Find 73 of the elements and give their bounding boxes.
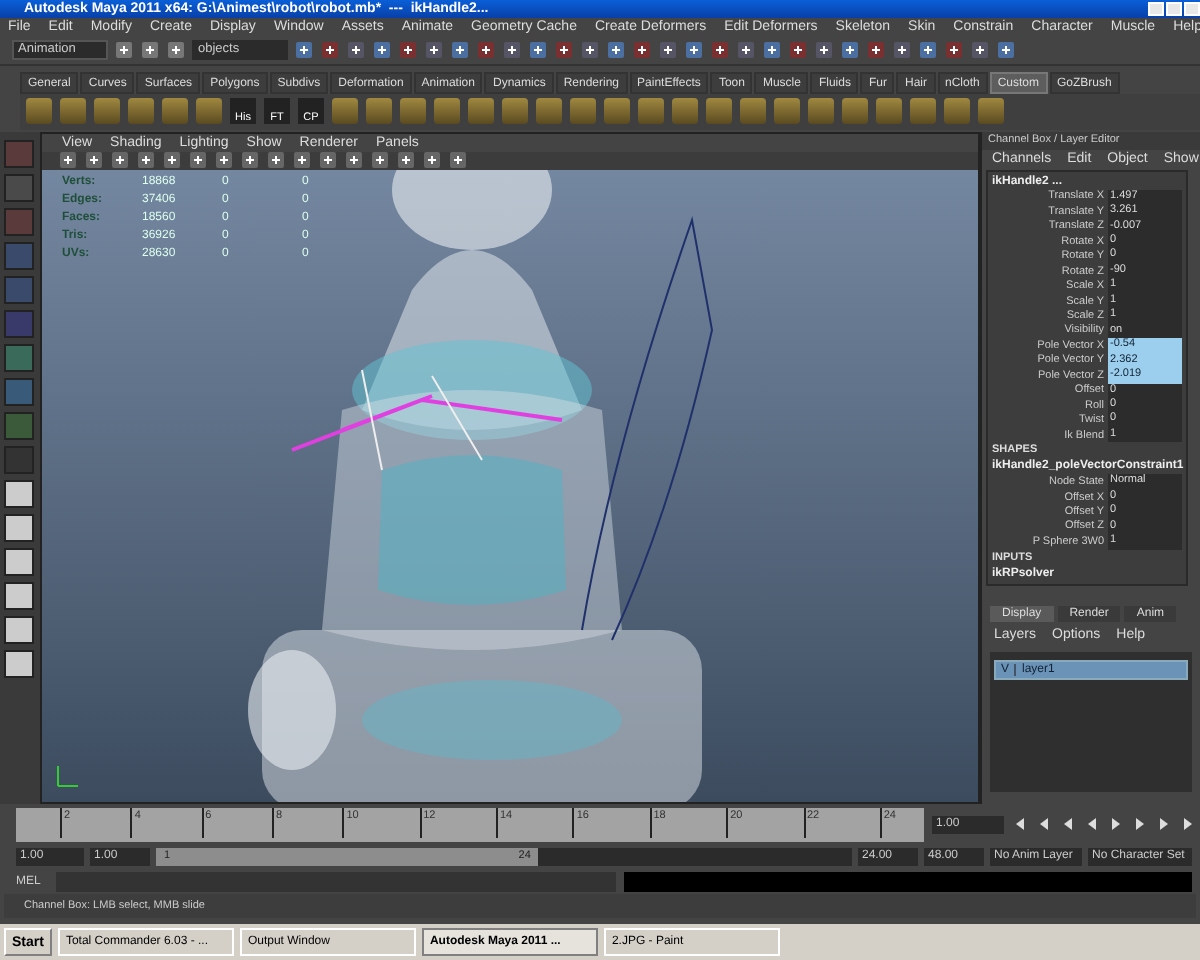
- shelf-icon[interactable]: [672, 98, 698, 125]
- panel-toolbar-icon[interactable]: [370, 150, 390, 171]
- axis-indicator-icon: [54, 762, 82, 791]
- toolbar-icon[interactable]: [944, 40, 964, 61]
- toolbar-icon[interactable]: [918, 40, 938, 61]
- shelf-icon[interactable]: [162, 98, 188, 125]
- panel-toolbar-icon[interactable]: [136, 150, 156, 171]
- shelf-icon[interactable]: [910, 98, 936, 125]
- shelf-icon[interactable]: [808, 98, 834, 125]
- toolbar-icon[interactable]: [450, 40, 470, 61]
- toolbar-icon[interactable]: [658, 40, 678, 61]
- toolbar-icon[interactable]: [502, 40, 522, 61]
- panel-toolbar-icon[interactable]: [292, 150, 312, 171]
- toolbar-icon[interactable]: [346, 40, 366, 61]
- shelf-icon[interactable]: [366, 98, 392, 125]
- shelf-icon[interactable]: [468, 98, 494, 125]
- toolbar-icon[interactable]: [684, 40, 704, 61]
- panel-toolbar-icon[interactable]: [188, 150, 208, 171]
- panel-toolbar-icon[interactable]: [422, 150, 442, 171]
- shelf-icon[interactable]: [26, 98, 52, 125]
- shelf-icon[interactable]: [332, 98, 358, 125]
- play-backward-icon[interactable]: [1084, 816, 1100, 833]
- toolbar-icon[interactable]: [788, 40, 808, 61]
- toolbar-icon[interactable]: [814, 40, 834, 61]
- shelf-icon[interactable]: [434, 98, 460, 125]
- shelf-icon[interactable]: [876, 98, 902, 125]
- panel-toolbar-icon[interactable]: [318, 150, 338, 171]
- toolbar-icon[interactable]: [372, 40, 392, 61]
- shelf-icon[interactable]: [60, 98, 86, 125]
- shelf-icon[interactable]: [570, 98, 596, 125]
- toolbar-icon[interactable]: [762, 40, 782, 61]
- shelf-icon[interactable]: [774, 98, 800, 125]
- toolbar-icon[interactable]: [736, 40, 756, 61]
- panel-toolbar-icon[interactable]: [344, 150, 364, 171]
- play-forward-icon[interactable]: [1108, 816, 1124, 833]
- panel-toolbar-icon[interactable]: [58, 150, 78, 171]
- toolbar-icon[interactable]: [866, 40, 886, 61]
- toolbar-icon[interactable]: [528, 40, 548, 61]
- panel-toolbar-icon[interactable]: [240, 150, 260, 171]
- shelf-icon[interactable]: [94, 98, 120, 125]
- toolbar-icon[interactable]: [840, 40, 860, 61]
- panel-toolbar-icon[interactable]: [214, 150, 234, 171]
- shelf-icon[interactable]: [502, 98, 528, 125]
- toolbar-icon[interactable]: [424, 40, 444, 61]
- panel-toolbar-icon[interactable]: [84, 150, 104, 171]
- shelf-icon[interactable]: [944, 98, 970, 125]
- panel-toolbar-icon[interactable]: [110, 150, 130, 171]
- shelf-icon[interactable]: [706, 98, 732, 125]
- shelf-icon[interactable]: [536, 98, 562, 125]
- toolbar-icon[interactable]: [606, 40, 626, 61]
- toolbar-icon[interactable]: [996, 40, 1016, 61]
- panel-toolbar-icon[interactable]: [448, 150, 468, 171]
- shelf-icon[interactable]: [978, 98, 1004, 125]
- shelf-icon[interactable]: [196, 98, 222, 125]
- shelf-icon[interactable]: [842, 98, 868, 125]
- shelf-icon[interactable]: [604, 98, 630, 125]
- shelf-icon[interactable]: [740, 98, 766, 125]
- toolbar-icon[interactable]: [294, 40, 314, 61]
- panel-toolbar-icon[interactable]: [396, 150, 416, 171]
- toolbar-icon[interactable]: [580, 40, 600, 61]
- toolbar-icon[interactable]: [892, 40, 912, 61]
- shelf-icon[interactable]: [400, 98, 426, 125]
- toolbar-icon[interactable]: [710, 40, 730, 61]
- shelf-icon[interactable]: [638, 98, 664, 125]
- panel-toolbar-icon[interactable]: [162, 150, 182, 171]
- shelf-icon[interactable]: [128, 98, 154, 125]
- panel-toolbar-icon[interactable]: [266, 150, 286, 171]
- toolbar-icon[interactable]: [632, 40, 652, 61]
- toolbar-icon[interactable]: [320, 40, 340, 61]
- toolbar-icon[interactable]: [554, 40, 574, 61]
- toolbar-icon[interactable]: [970, 40, 990, 61]
- toolbar-icon[interactable]: [476, 40, 496, 61]
- toolbar-icon[interactable]: [398, 40, 418, 61]
